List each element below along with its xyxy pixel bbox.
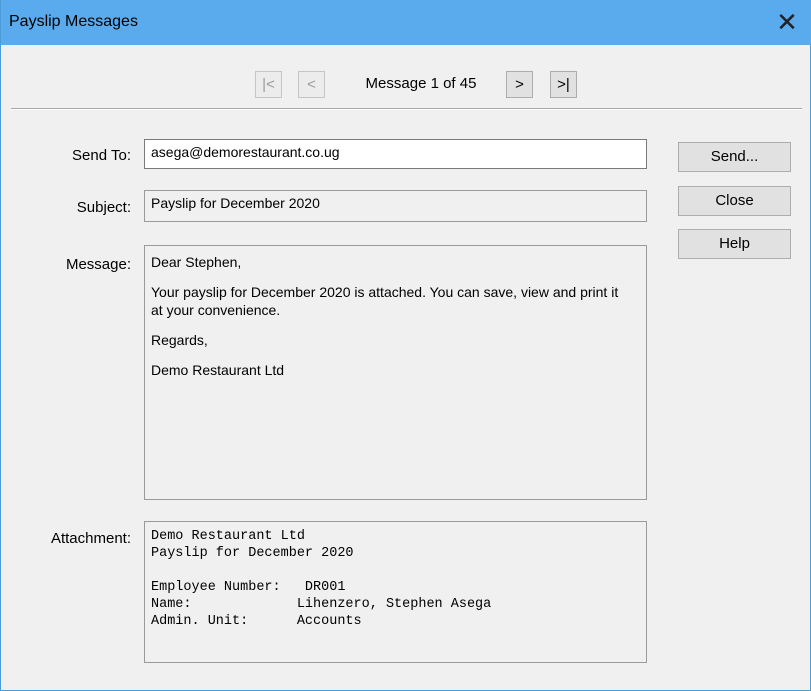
navigation-divider bbox=[11, 108, 802, 110]
message-body[interactable]: Dear Stephen, Your payslip for December … bbox=[144, 245, 647, 500]
message-paragraph: Dear Stephen, bbox=[151, 254, 242, 270]
payslip-messages-dialog: Payslip Messages ✕ |< < Message 1 of 45 … bbox=[0, 0, 811, 691]
send-to-label: Send To: bbox=[72, 147, 131, 164]
message-paragraph: Regards, bbox=[151, 332, 208, 348]
subject-value: Payslip for December 2020 bbox=[151, 195, 320, 211]
message-label: Message: bbox=[65, 256, 131, 273]
attachment-line: Payslip for December 2020 bbox=[151, 546, 354, 561]
next-message-button[interactable]: > bbox=[506, 71, 533, 98]
title-bar: Payslip Messages ✕ bbox=[1, 0, 811, 45]
attachment-line bbox=[151, 562, 640, 579]
window-title: Payslip Messages bbox=[9, 13, 138, 30]
message-counter: Message 1 of 45 bbox=[365, 75, 477, 92]
attachment-preview[interactable]: Demo Restaurant Ltd Payslip for December… bbox=[144, 521, 647, 663]
previous-message-button[interactable]: < bbox=[298, 71, 325, 98]
attachment-label: Attachment: bbox=[50, 530, 131, 547]
attachment-line: Employee Number: DR001 bbox=[151, 580, 346, 595]
send-to-input[interactable]: asega@demorestaurant.co.ug bbox=[144, 139, 647, 169]
attachment-line: Name: Lihenzero, Stephen Asega bbox=[151, 597, 492, 612]
message-paragraph: Your payslip for December 2020 is attach… bbox=[151, 284, 619, 318]
close-button[interactable]: Close bbox=[678, 186, 791, 216]
last-message-button[interactable]: >| bbox=[550, 71, 577, 98]
subject-field[interactable]: Payslip for December 2020 bbox=[144, 190, 647, 222]
help-button[interactable]: Help bbox=[678, 229, 791, 259]
subject-label: Subject: bbox=[76, 199, 131, 216]
first-message-button[interactable]: |< bbox=[255, 71, 282, 98]
send-button[interactable]: Send... bbox=[678, 142, 791, 172]
attachment-line: Admin. Unit: Accounts bbox=[151, 614, 362, 629]
attachment-line: Demo Restaurant Ltd bbox=[151, 529, 305, 544]
close-icon[interactable]: ✕ bbox=[772, 7, 802, 37]
send-to-value: asega@demorestaurant.co.ug bbox=[151, 144, 340, 160]
message-paragraph: Demo Restaurant Ltd bbox=[151, 362, 285, 378]
